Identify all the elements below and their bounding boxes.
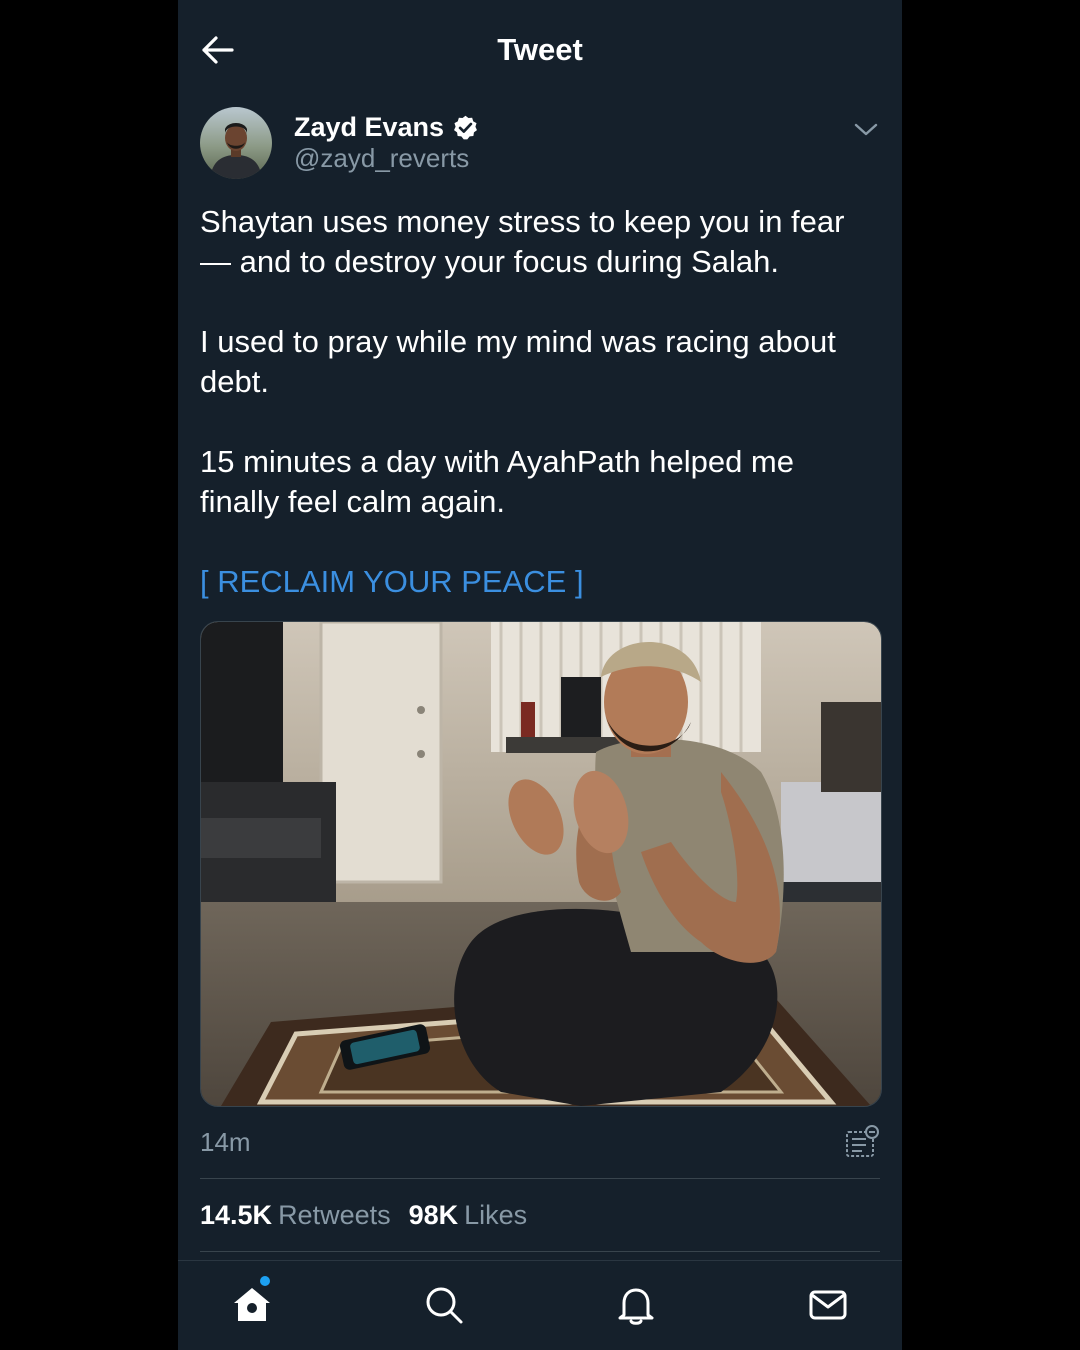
bell-icon[interactable]	[614, 1283, 658, 1327]
tweet-body: Shaytan uses money stress to keep you in…	[200, 202, 880, 562]
author-name-row[interactable]: Zayd Evans	[294, 109, 479, 145]
retweets-label: Retweets	[278, 1200, 391, 1230]
analytics-icon[interactable]	[844, 1124, 880, 1160]
mail-icon[interactable]	[806, 1283, 850, 1327]
author-name: Zayd Evans	[294, 111, 445, 142]
home-icon[interactable]	[230, 1283, 274, 1327]
search-icon[interactable]	[422, 1283, 466, 1327]
tweet-timestamp: 14m	[200, 1127, 251, 1157]
tweet-paragraph: Shaytan uses money stress to keep you in…	[200, 204, 845, 279]
verified-badge-icon	[454, 115, 478, 139]
bottom-nav	[178, 1260, 902, 1350]
tweet-stats: 14.5K Retweets 98K Likes	[200, 1196, 545, 1234]
avatar[interactable]	[200, 107, 272, 179]
retweets-stat[interactable]: 14.5K Retweets	[200, 1196, 391, 1234]
likes-count: 98K	[408, 1200, 459, 1230]
divider	[200, 1178, 880, 1179]
chevron-down-icon[interactable]	[852, 115, 880, 143]
tweet-media-image[interactable]	[200, 621, 882, 1107]
reclaim-peace-link[interactable]: [ RECLAIM YOUR PEACE ]	[200, 562, 584, 602]
tweet-paragraph: 15 minutes a day with AyahPath helped me…	[200, 444, 794, 519]
divider	[200, 1251, 880, 1252]
likes-label: Likes	[464, 1200, 528, 1230]
top-bar: Tweet	[178, 0, 902, 100]
tweet-paragraph: I used to pray while my mind was racing …	[200, 324, 836, 399]
likes-stat[interactable]: 98K Likes	[409, 1196, 528, 1234]
page-title: Tweet	[497, 32, 583, 67]
retweets-count: 14.5K	[200, 1200, 273, 1230]
tweet-author: Zayd Evans @zayd_reverts	[200, 107, 880, 183]
notification-dot	[260, 1276, 270, 1286]
author-handle[interactable]: @zayd_reverts	[294, 143, 469, 174]
tweet-screen: Tweet Zayd Evans @zayd_reverts Shaytan u…	[178, 0, 902, 1350]
